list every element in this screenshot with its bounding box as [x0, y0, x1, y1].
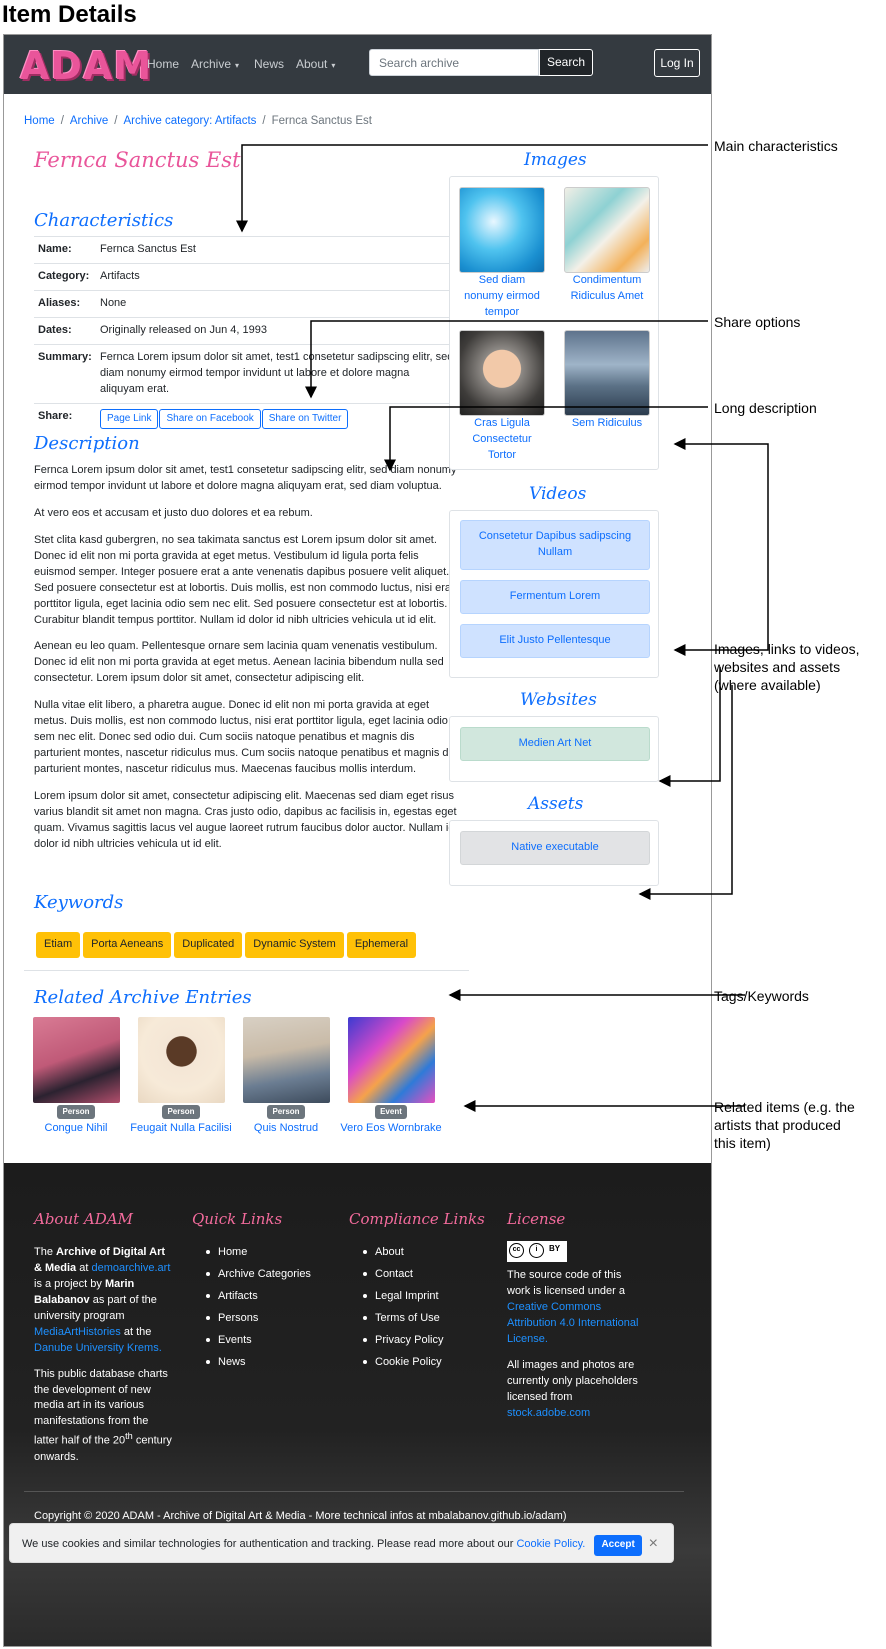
arrow-assets	[638, 685, 733, 900]
annotation-main: Main characteristics	[714, 138, 838, 154]
annotation-tags: Tags/Keywords	[714, 988, 809, 1004]
arrow-share	[305, 320, 708, 399]
annotation-long: Long description	[714, 400, 817, 416]
arrow-images-1	[673, 438, 769, 648]
annotation-images: Images, links to videos, websites and as…	[714, 641, 860, 694]
arrow-long	[384, 406, 708, 472]
annotation-share: Share options	[714, 314, 801, 330]
annotation-related: Related items (e.g. the artists that pro…	[714, 1099, 855, 1152]
arrow-websites	[658, 667, 721, 787]
annotation-arrows	[236, 144, 769, 1112]
arrow-main	[236, 144, 708, 233]
